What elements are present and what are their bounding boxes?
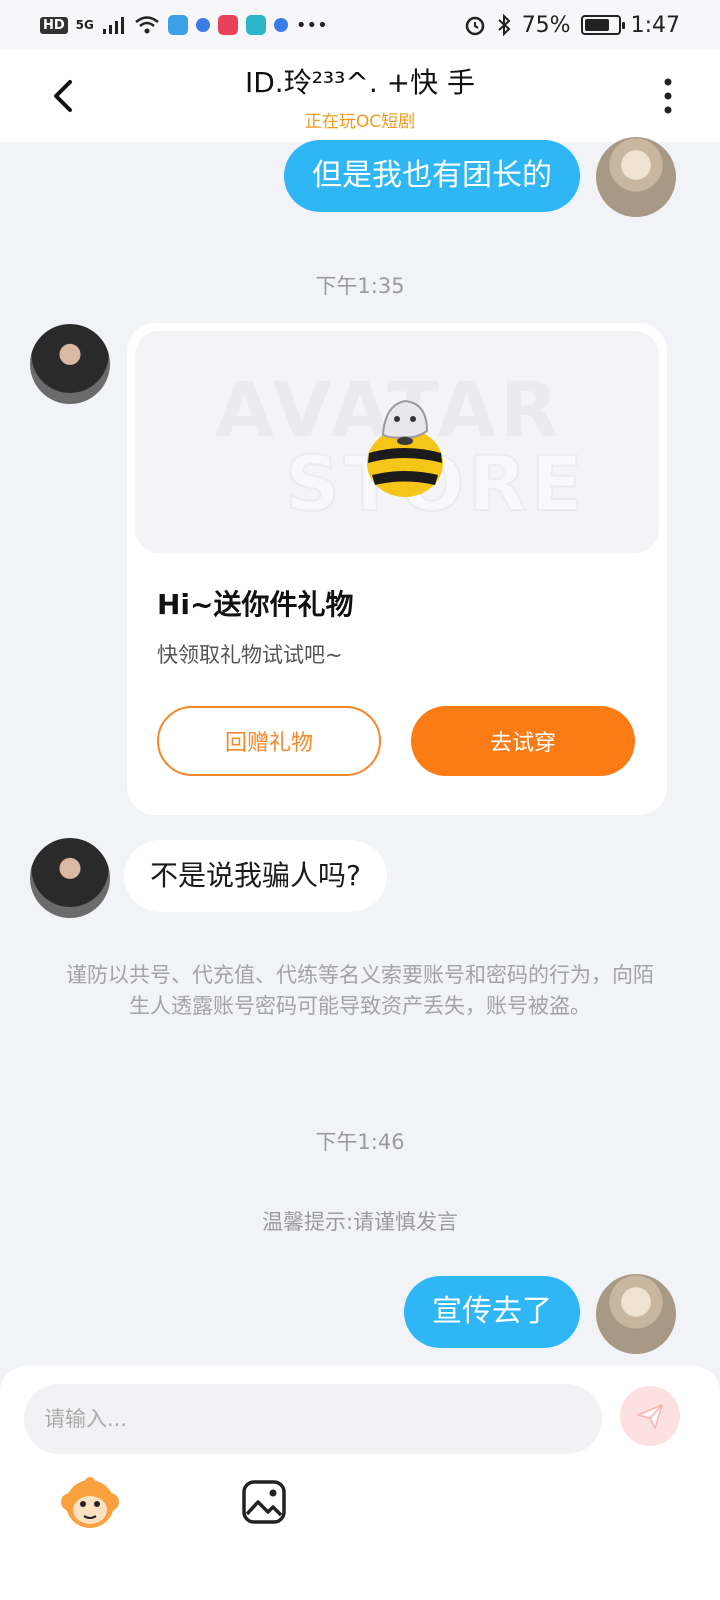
monkey-emoji-icon[interactable]	[58, 1472, 122, 1536]
app-icon	[217, 15, 238, 35]
network-type: 5G	[75, 18, 94, 32]
timestamp: 下午1:35	[315, 274, 405, 298]
input-panel	[0, 1366, 720, 1600]
more-options-icon[interactable]	[656, 74, 680, 118]
chat-title-area: ID.玲²³³^. +快 手 正在玩OC短剧	[245, 61, 475, 132]
my-avatar[interactable]	[596, 1274, 676, 1354]
friend-avatar[interactable]	[30, 838, 110, 918]
chat-title: ID.玲²³³^. +快 手	[244, 65, 476, 99]
status-left: HD 5G •••	[40, 15, 328, 36]
try-on-button[interactable]: 去试穿	[411, 706, 635, 776]
playing-status: 正在玩OC短剧	[304, 111, 416, 132]
image-icon[interactable]	[240, 1478, 288, 1526]
bluetooth-icon	[498, 14, 511, 36]
friend-avatar[interactable]	[30, 324, 110, 404]
chat-header: ID.玲²³³^. +快 手 正在玩OC短剧	[0, 50, 720, 142]
signal-icon	[102, 17, 124, 34]
send-button[interactable]	[620, 1386, 680, 1446]
return-gift-button[interactable]: 回赠礼物	[157, 706, 381, 776]
status-bar: HD 5G ••• 75% 1:47	[0, 0, 720, 50]
bee-gift-icon	[367, 399, 443, 497]
my-message-bubble[interactable]: 宣传去了	[404, 1276, 580, 1348]
send-icon	[637, 1404, 663, 1429]
timestamp: 下午1:46	[315, 1130, 405, 1154]
message-input[interactable]	[24, 1384, 602, 1454]
app-icon	[195, 18, 210, 32]
wifi-icon	[135, 16, 159, 34]
hd-badge: HD	[40, 16, 68, 34]
gift-banner: AVATAR STORE	[135, 331, 659, 553]
weather-icon	[167, 15, 188, 35]
app-icon	[245, 15, 266, 35]
battery-level	[584, 19, 609, 31]
alarm-icon	[465, 16, 484, 36]
warm-tip: 温馨提示:请谨慎发言	[261, 1210, 459, 1234]
friend-message-bubble[interactable]: 不是说我骗人吗?	[124, 840, 387, 912]
status-right: 75% 1:47	[464, 13, 680, 38]
battery-percent: 75%	[521, 12, 571, 38]
more-icon: •••	[295, 14, 328, 36]
battery-icon	[580, 15, 625, 35]
app-icon	[273, 18, 288, 32]
gift-description: 快领取礼物试试吧~	[157, 643, 343, 667]
my-avatar[interactable]	[596, 137, 676, 217]
back-icon[interactable]	[44, 74, 84, 118]
gift-title: Hi~送你件礼物	[157, 588, 354, 621]
my-message-bubble[interactable]: 但是我也有团长的	[284, 140, 580, 212]
clock: 1:47	[630, 12, 680, 38]
gift-card[interactable]: AVATAR STORE Hi~送你件礼物 快领取礼物试试吧~ 回赠礼物 去试穿	[127, 323, 667, 815]
security-notice: 谨防以共号、代充值、代练等名义索要账号和密码的行为，向陌生人透露账号密码可能导致…	[66, 963, 654, 1018]
